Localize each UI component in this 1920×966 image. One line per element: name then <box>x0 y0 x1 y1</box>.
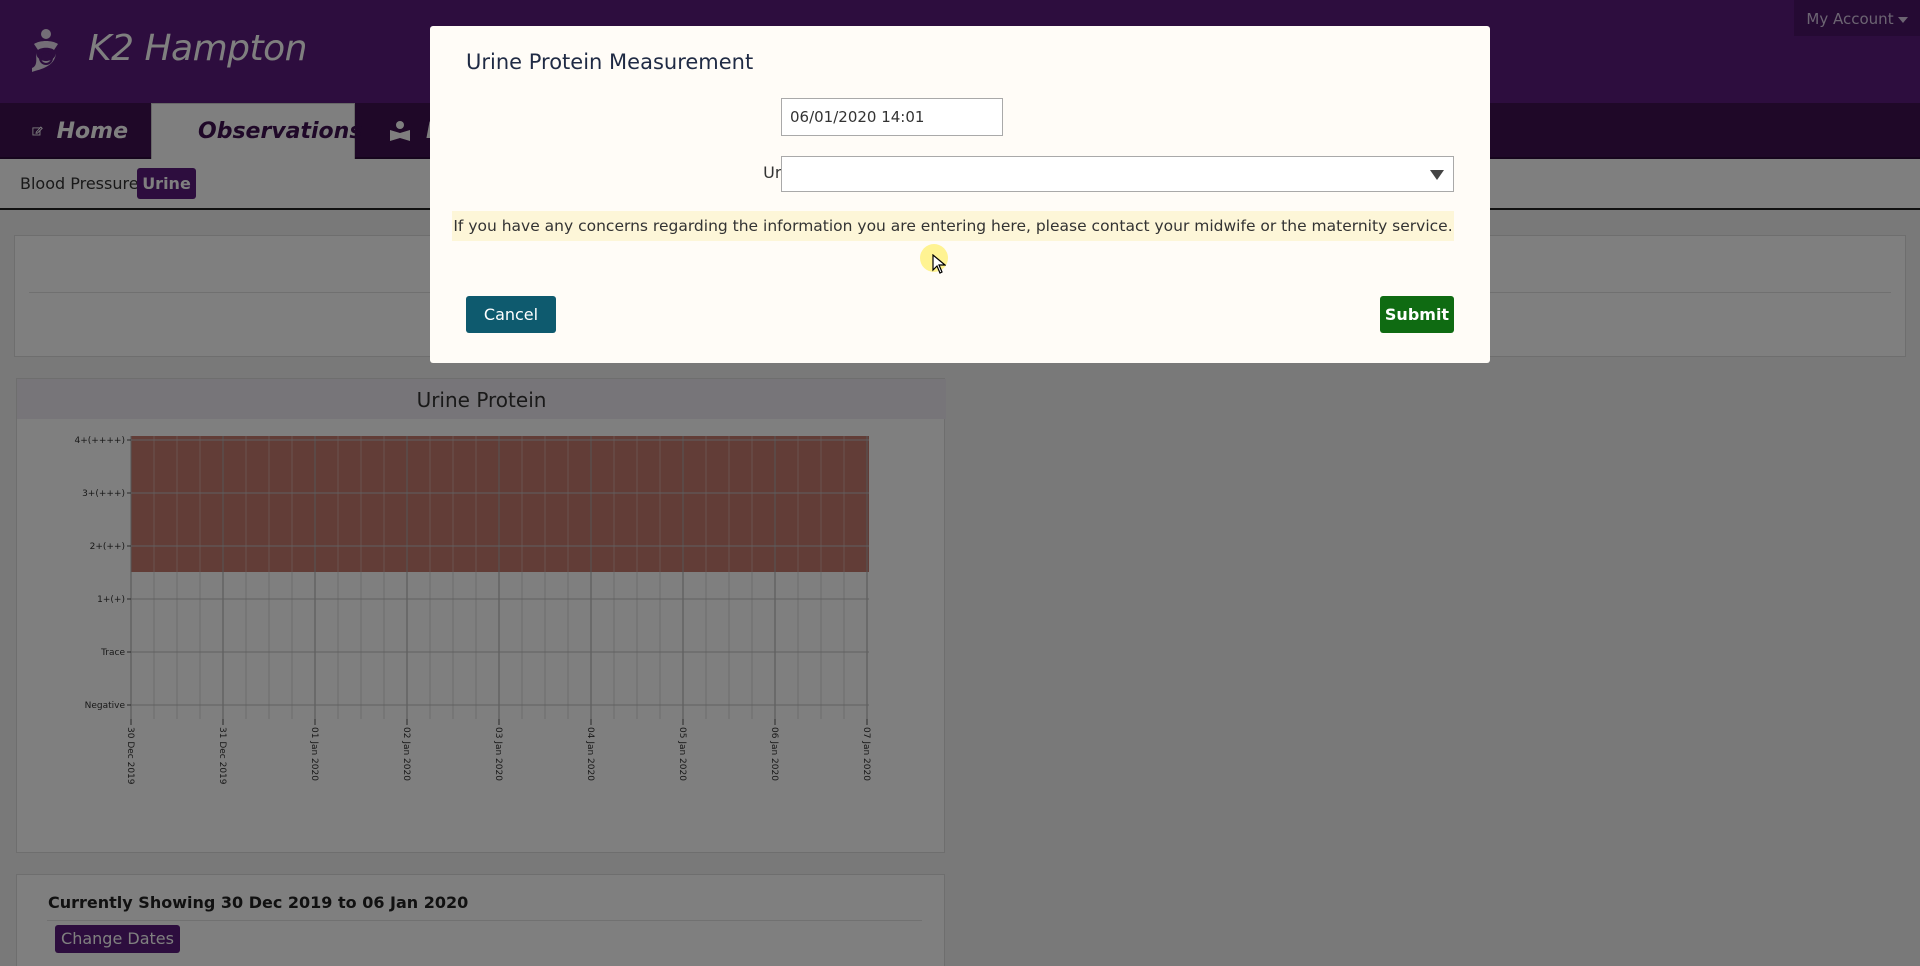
mouse-pointer-icon <box>932 254 946 274</box>
cancel-button[interactable]: Cancel <box>466 296 556 333</box>
urine-protein-select[interactable] <box>781 156 1454 192</box>
urine-protein-dialog: Urine Protein Measurement Time Urine Pro… <box>430 26 1490 363</box>
dialog-title: Urine Protein Measurement <box>466 50 754 74</box>
submit-button[interactable]: Submit <box>1380 296 1454 333</box>
concern-notice: If you have any concerns regarding the i… <box>452 211 1454 241</box>
dropdown-arrow-icon <box>1430 170 1444 180</box>
time-input[interactable] <box>781 98 1003 136</box>
